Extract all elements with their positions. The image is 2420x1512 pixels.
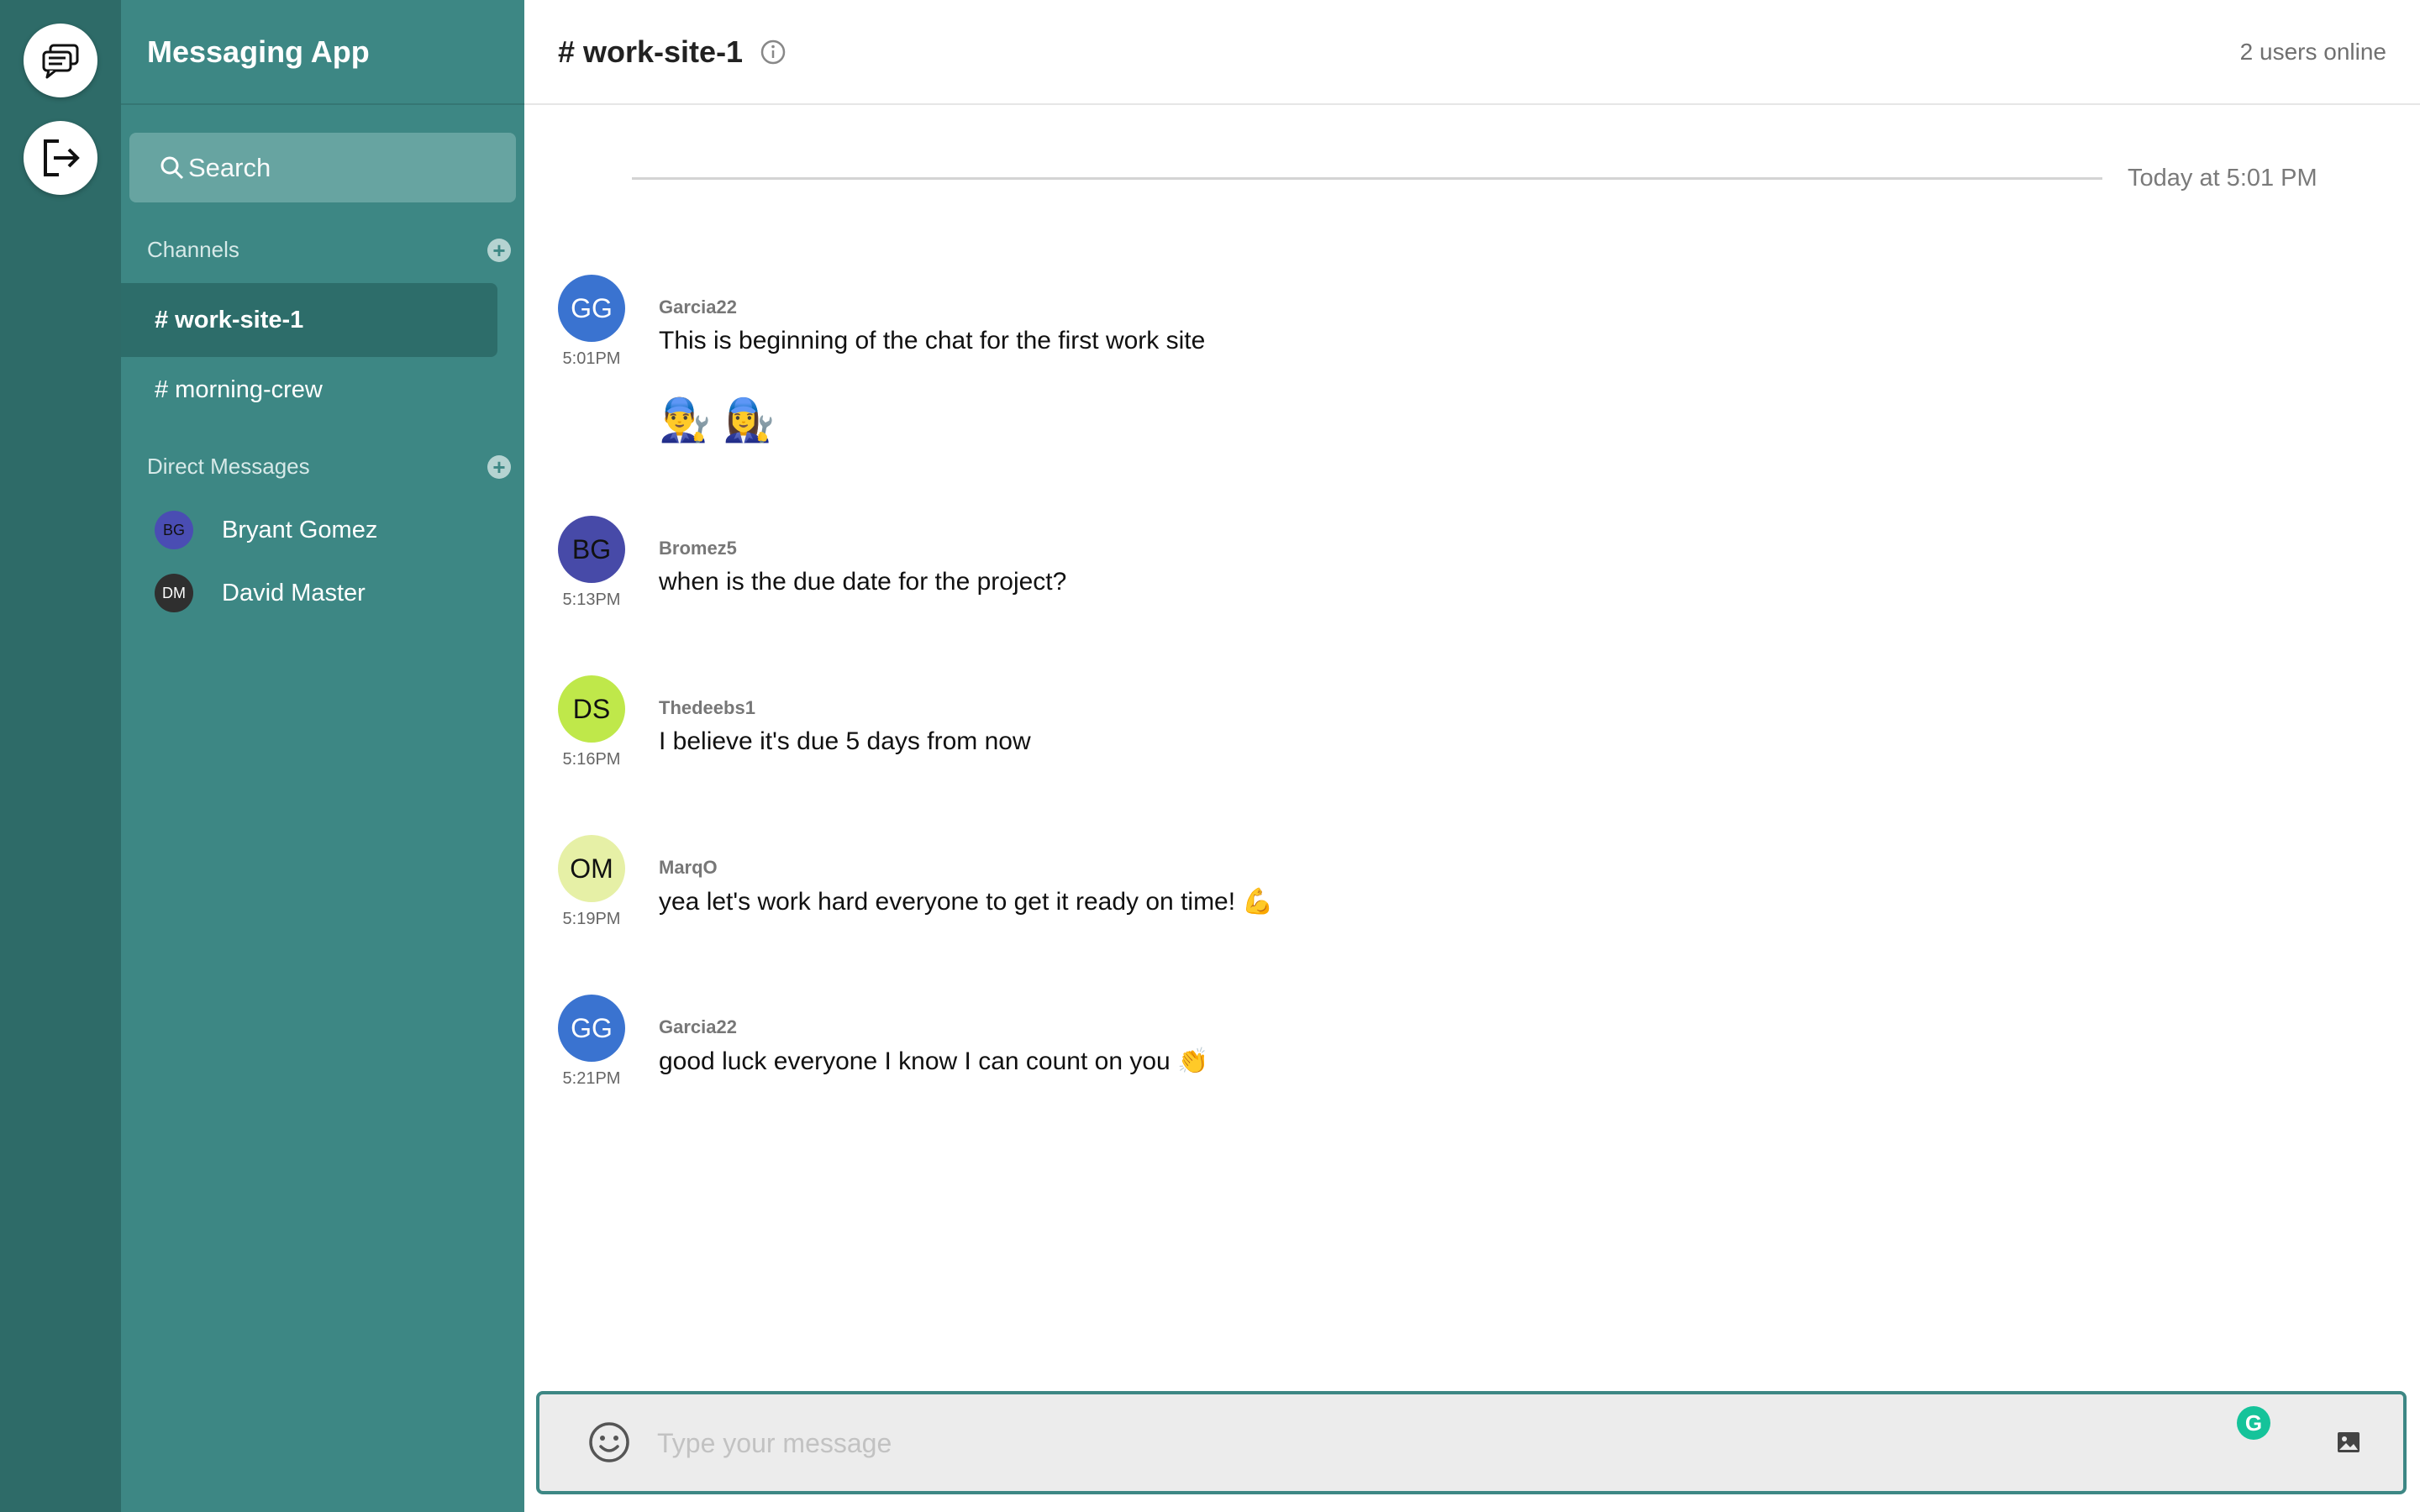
dm-name: David Master xyxy=(222,579,366,606)
direct-messages-section-header: Direct Messages + xyxy=(147,454,511,480)
message-time: 5:21PM xyxy=(562,1069,621,1088)
message-emojis: 👨‍🔧 👩‍🔧 xyxy=(659,396,776,444)
add-channel-button[interactable]: + xyxy=(487,237,511,263)
avatar: BG xyxy=(558,516,625,583)
message-composer: G xyxy=(536,1391,2407,1494)
message-time: 5:16PM xyxy=(562,750,621,769)
dm-name: Bryant Gomez xyxy=(222,516,378,543)
message-time: 5:13PM xyxy=(562,591,621,609)
add-direct-message-button[interactable]: + xyxy=(487,454,511,480)
channels-section-header: Channels + xyxy=(147,237,511,263)
dm-item-bryant-gomez[interactable]: BG Bryant Gomez xyxy=(155,511,377,549)
online-users-count: 2 users online xyxy=(2239,39,2386,65)
avatar: OM xyxy=(558,835,625,902)
channel-title: # work-site-1 xyxy=(558,34,744,69)
logout-icon xyxy=(44,139,80,176)
plus-icon: + xyxy=(492,237,506,263)
channel-label: # work-site-1 xyxy=(155,306,304,333)
message-username[interactable]: Garcia22 xyxy=(659,1016,737,1038)
message-text: when is the due date for the project? xyxy=(659,568,1067,596)
search-input[interactable]: Search xyxy=(188,153,271,183)
image-upload-icon[interactable] xyxy=(2336,1430,2361,1455)
message-username[interactable]: Bromez5 xyxy=(659,538,737,559)
avatar: DS xyxy=(558,675,625,743)
dm-item-david-master[interactable]: DM David Master xyxy=(155,574,366,612)
channel-item-morning-crew[interactable]: # morning-crew xyxy=(121,353,497,427)
message-text: good luck everyone I know I can count on… xyxy=(659,1047,1209,1075)
message-username[interactable]: MarqO xyxy=(659,857,718,879)
chat-button[interactable] xyxy=(24,24,97,97)
date-divider-label: Today at 5:01 PM xyxy=(2128,165,2317,192)
message-time: 5:01PM xyxy=(562,349,621,368)
info-icon[interactable] xyxy=(760,39,786,66)
date-divider-line xyxy=(632,177,2102,180)
chat-bubbles-icon xyxy=(42,44,79,79)
emoji-picker-icon[interactable] xyxy=(587,1420,632,1465)
channels-label: Channels xyxy=(147,237,239,262)
grammarly-badge[interactable]: G xyxy=(2237,1406,2270,1440)
message-time: 5:19PM xyxy=(562,910,621,928)
message-text: This is beginning of the chat for the fi… xyxy=(659,327,1206,354)
avatar: BG xyxy=(155,511,193,549)
plus-icon: + xyxy=(492,454,506,480)
message-text: yea let's work hard everyone to get it r… xyxy=(659,888,1274,916)
message-username[interactable]: Thedeebs1 xyxy=(659,697,755,719)
avatar: DM xyxy=(155,574,193,612)
sidebar-header: Messaging App xyxy=(121,0,524,105)
message-input[interactable] xyxy=(657,1420,2086,1467)
message-text: I believe it's due 5 days from now xyxy=(659,727,1031,755)
direct-messages-label: Direct Messages xyxy=(147,454,310,479)
channel-header: # work-site-1 2 users online xyxy=(524,0,2420,105)
avatar: GG xyxy=(558,275,625,342)
channel-item-work-site-1[interactable]: # work-site-1 xyxy=(121,283,497,357)
search-box[interactable]: Search xyxy=(129,133,516,202)
app-rail xyxy=(0,0,121,1512)
logout-button[interactable] xyxy=(24,121,97,195)
channel-label: # morning-crew xyxy=(155,375,323,403)
sidebar: Messaging App Search Channels + # work-s… xyxy=(121,0,524,1512)
app-title: Messaging App xyxy=(147,34,370,69)
avatar: GG xyxy=(558,995,625,1062)
search-icon xyxy=(160,156,184,179)
message-username[interactable]: Garcia22 xyxy=(659,297,737,318)
